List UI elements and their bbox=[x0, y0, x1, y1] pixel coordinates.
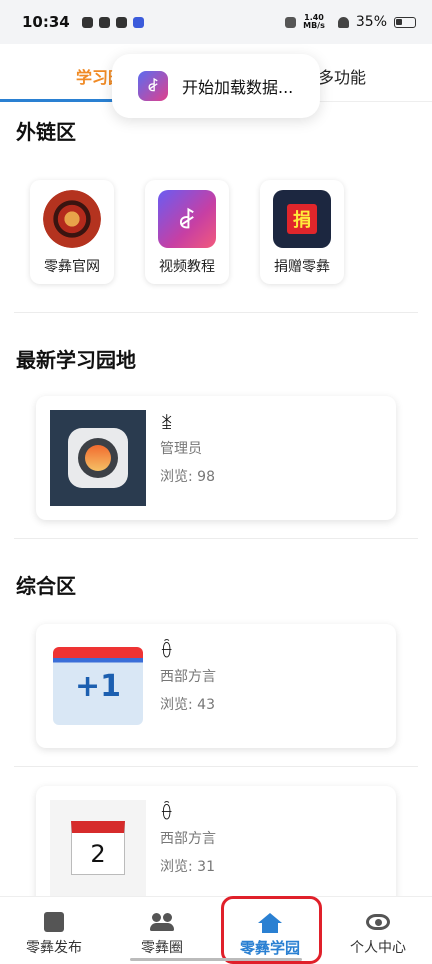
nav-label: 零彝学园 bbox=[239, 939, 300, 957]
link-label: 捐赠零彝 bbox=[274, 259, 330, 275]
official-site-icon bbox=[43, 190, 101, 248]
vibrate-icon bbox=[285, 16, 297, 28]
card-views: 浏览: 98 bbox=[160, 469, 215, 485]
divider bbox=[14, 312, 418, 313]
network-speed-unit: MB/s bbox=[303, 21, 325, 30]
toast-message: 开始加载数据... bbox=[182, 78, 294, 97]
status-time: 10:34 bbox=[22, 13, 70, 31]
section-title-latest: 最新学习园地 bbox=[16, 348, 136, 372]
divider bbox=[14, 538, 418, 539]
calendar-day-two-thumbnail: 2 bbox=[50, 800, 146, 896]
loading-toast: ꆀ 开始加载数据... bbox=[112, 54, 320, 118]
card-author: 西部方言 bbox=[160, 669, 216, 685]
section-title-links: 外链区 bbox=[16, 120, 76, 144]
nav-label: 零彝圈 bbox=[141, 940, 183, 956]
app-notification-icon-2 bbox=[132, 16, 144, 28]
app-logo-icon: ꆀ bbox=[138, 71, 168, 101]
calendar-day-graphic: 2 bbox=[71, 821, 125, 875]
camera-app-thumbnail bbox=[50, 410, 146, 506]
donate-box: 捐 bbox=[287, 204, 317, 234]
publish-icon bbox=[42, 911, 66, 933]
battery-percentage: 35% bbox=[355, 14, 387, 30]
link-label: 零彝官网 bbox=[44, 259, 100, 275]
content-card[interactable]: 2 ꂶ 西部方言 浏览: 31 bbox=[36, 786, 396, 910]
network-speed: 1.40 MB/s bbox=[303, 14, 325, 30]
status-right: 1.40 MB/s 35% bbox=[279, 14, 416, 30]
eye-icon bbox=[366, 911, 390, 933]
video-tutorial-icon: ꆀ bbox=[158, 190, 216, 248]
nav-item-community[interactable]: 零彝圈 bbox=[108, 897, 216, 964]
card-title: ꂶ bbox=[160, 804, 174, 824]
nav-item-study-garden[interactable]: 零彝学园 bbox=[216, 897, 324, 964]
card-title: ꁧ bbox=[160, 414, 174, 434]
battery-icon bbox=[394, 16, 416, 28]
calendar-plus-one-thumbnail: +1 bbox=[50, 638, 146, 734]
link-label: 视频教程 bbox=[159, 259, 215, 275]
active-tab-indicator bbox=[0, 99, 120, 102]
bottom-nav: 零彝发布 零彝圈 零彝学园 个人中心 bbox=[0, 896, 432, 964]
wifi-icon bbox=[337, 16, 349, 28]
home-icon-body bbox=[262, 922, 278, 933]
nav-item-profile[interactable]: 个人中心 bbox=[324, 897, 432, 964]
card-author: 西部方言 bbox=[160, 831, 216, 847]
app-notification-icon bbox=[115, 16, 127, 28]
donate-icon: 捐 bbox=[273, 190, 331, 248]
status-bar: 10:34 1.40 MB/s 35% bbox=[0, 0, 432, 44]
notification-icon bbox=[81, 16, 93, 28]
nav-item-publish[interactable]: 零彝发布 bbox=[0, 897, 108, 964]
content-card[interactable]: +1 ꂶ 西部方言 浏览: 43 bbox=[36, 624, 396, 748]
app-screen: 10:34 1.40 MB/s 35% 学习园 更多功能 ꆀ 开始加载数据...… bbox=[0, 0, 432, 964]
card-author: 管理员 bbox=[160, 441, 202, 457]
mail-icon bbox=[98, 16, 110, 28]
section-title-general: 综合区 bbox=[16, 574, 76, 598]
camera-lens-inner bbox=[85, 445, 111, 471]
card-views: 浏览: 43 bbox=[160, 697, 215, 713]
divider bbox=[14, 766, 418, 767]
camera-body bbox=[68, 428, 128, 488]
card-views: 浏览: 31 bbox=[160, 859, 215, 875]
calendar-plus-one-graphic: +1 bbox=[53, 647, 143, 725]
content-card[interactable]: ꁧ 管理员 浏览: 98 bbox=[36, 396, 396, 520]
card-title: ꂶ bbox=[160, 642, 174, 662]
link-video-tutorial[interactable]: ꆀ 视频教程 bbox=[145, 180, 229, 284]
home-indicator bbox=[130, 958, 302, 961]
community-icon bbox=[150, 911, 174, 933]
camera-lens bbox=[78, 438, 118, 478]
link-official-site[interactable]: 零彝官网 bbox=[30, 180, 114, 284]
link-donate[interactable]: 捐 捐赠零彝 bbox=[260, 180, 344, 284]
nav-label: 零彝发布 bbox=[26, 940, 82, 956]
nav-label: 个人中心 bbox=[350, 940, 406, 956]
